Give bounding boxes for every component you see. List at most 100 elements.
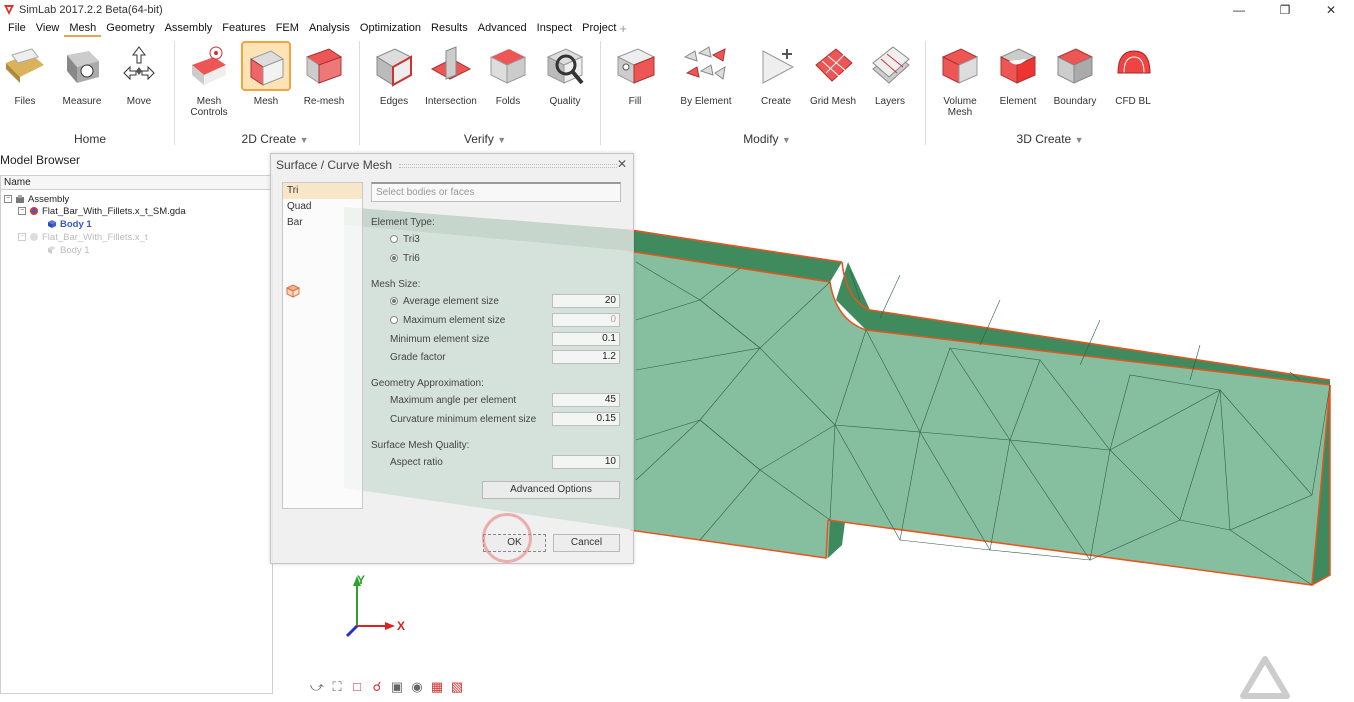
assembly-icon bbox=[16, 195, 24, 203]
folds-button[interactable]: Folds bbox=[476, 43, 540, 107]
avg-size-input[interactable]: 20 bbox=[552, 294, 620, 308]
fill-button[interactable]: Fill bbox=[603, 43, 667, 107]
menu-features[interactable]: Features bbox=[217, 19, 270, 37]
menu-analysis[interactable]: Analysis bbox=[304, 19, 355, 37]
max-angle-input[interactable]: 45 bbox=[552, 393, 620, 407]
zoom-window-icon[interactable]: □ bbox=[349, 679, 365, 695]
collapse-icon[interactable]: − bbox=[18, 207, 26, 215]
group-separator bbox=[174, 41, 175, 145]
create-button[interactable]: Create bbox=[744, 43, 808, 107]
intersection-button[interactable]: Intersection bbox=[419, 43, 483, 107]
tri3-label: Tri3 bbox=[403, 234, 420, 245]
menu-advanced[interactable]: Advanced bbox=[473, 19, 532, 37]
tri3-radio[interactable] bbox=[390, 235, 398, 243]
mesh-controls-icon bbox=[192, 46, 226, 85]
tri6-radio[interactable] bbox=[390, 254, 398, 262]
max-angle-label: Maximum angle per element bbox=[390, 395, 517, 406]
render-mode-icon[interactable]: ▧ bbox=[449, 679, 465, 695]
zoom-icon[interactable]: ☌ bbox=[369, 679, 385, 695]
column-header-name[interactable]: Name bbox=[1, 176, 272, 190]
group-separator bbox=[359, 41, 360, 145]
measure-button[interactable]: Measure bbox=[50, 43, 114, 107]
menu-file[interactable]: File bbox=[3, 19, 31, 37]
curvature-min-input[interactable]: 0.15 bbox=[552, 412, 620, 426]
quality-button[interactable]: Quality bbox=[533, 43, 597, 107]
mesh-controls-button[interactable]: Mesh Controls bbox=[177, 43, 241, 118]
menu-project[interactable]: Project bbox=[577, 19, 621, 37]
layers-button[interactable]: Layers bbox=[858, 43, 922, 107]
type-item-quad[interactable]: Quad bbox=[283, 199, 362, 215]
grid-mesh-button[interactable]: Grid Mesh bbox=[801, 43, 865, 107]
quality-icon bbox=[546, 48, 584, 85]
part-icon bbox=[30, 233, 38, 241]
tree-item-part[interactable]: − Flat_Bar_With_Fillets.x_t_SM.gda bbox=[18, 205, 186, 217]
max-size-input[interactable]: 0 bbox=[552, 313, 620, 327]
chevron-down-icon[interactable]: ▼ bbox=[300, 135, 309, 145]
files-button[interactable]: Files bbox=[0, 43, 57, 107]
menu-view[interactable]: View bbox=[31, 19, 65, 37]
tree-item-part-hidden[interactable]: − Flat_Bar_With_Fillets.x_t bbox=[18, 231, 148, 243]
menu-results[interactable]: Results bbox=[426, 19, 473, 37]
window-title: SimLab 2017.2.2 Beta(64-bit) bbox=[19, 3, 163, 16]
dialog-title[interactable]: Surface / Curve Mesh bbox=[276, 158, 392, 172]
add-tab-icon[interactable]: + bbox=[619, 21, 627, 36]
min-size-input[interactable]: 0.1 bbox=[552, 332, 620, 346]
restore-button[interactable]: ❐ bbox=[1262, 0, 1308, 19]
mesh-display-icon[interactable]: ▦ bbox=[429, 679, 445, 695]
max-size-radio[interactable] bbox=[390, 316, 398, 324]
body-icon bbox=[48, 220, 56, 228]
boundary-button[interactable]: Boundary bbox=[1043, 43, 1107, 107]
type-item-bar[interactable]: Bar bbox=[283, 215, 362, 231]
collapse-icon[interactable]: − bbox=[4, 195, 12, 203]
cancel-button[interactable]: Cancel bbox=[553, 534, 620, 552]
group-separator bbox=[925, 41, 926, 145]
chevron-down-icon[interactable]: ▼ bbox=[1075, 135, 1084, 145]
menu-fem[interactable]: FEM bbox=[271, 19, 304, 37]
max-size-label: Maximum element size bbox=[403, 315, 506, 326]
menu-optimization[interactable]: Optimization bbox=[355, 19, 426, 37]
mesh-size-heading: Mesh Size: bbox=[371, 279, 421, 290]
element-button[interactable]: Element bbox=[986, 43, 1050, 107]
menu-mesh[interactable]: Mesh bbox=[64, 19, 102, 37]
part-icon bbox=[30, 207, 38, 215]
menu-geometry[interactable]: Geometry bbox=[101, 19, 159, 37]
group-3d-create-label: 3D Create ▼ bbox=[1016, 132, 1084, 146]
tree-item-body-hidden[interactable]: Body 1 bbox=[47, 244, 90, 256]
chevron-down-icon[interactable]: ▼ bbox=[497, 135, 506, 145]
tree-item-body[interactable]: Body 1 bbox=[47, 218, 92, 230]
aspect-ratio-input[interactable]: 10 bbox=[552, 455, 620, 469]
cube-view-icon[interactable]: ▣ bbox=[389, 679, 405, 695]
triad-icon[interactable]: ⤻ bbox=[309, 679, 325, 695]
fit-view-icon[interactable]: ⛶ bbox=[329, 679, 345, 695]
title-bar: SimLab 2017.2.2 Beta(64-bit) — ❐ ✕ bbox=[0, 0, 1354, 19]
select-bodies-input[interactable]: Select bodies or faces bbox=[371, 182, 621, 202]
move-button[interactable]: Move bbox=[107, 43, 171, 107]
cfd-bl-button[interactable]: CFD BL bbox=[1101, 43, 1165, 107]
element-icon bbox=[999, 48, 1037, 84]
visibility-eye-icon[interactable]: ◉ bbox=[409, 679, 425, 695]
type-item-tri[interactable]: Tri bbox=[283, 183, 362, 199]
close-window-button[interactable]: ✕ bbox=[1308, 0, 1354, 19]
minimize-button[interactable]: — bbox=[1216, 0, 1262, 19]
menu-inspect[interactable]: Inspect bbox=[532, 19, 577, 37]
advanced-options-button[interactable]: Advanced Options bbox=[482, 481, 620, 499]
by-element-button[interactable]: By Element bbox=[674, 43, 738, 107]
remesh-button[interactable]: Re-mesh bbox=[292, 43, 356, 107]
chevron-down-icon[interactable]: ▼ bbox=[782, 135, 791, 145]
click-indicator bbox=[482, 513, 532, 563]
simlab-logo-icon bbox=[4, 4, 14, 15]
create-icon bbox=[762, 49, 795, 84]
close-icon[interactable]: ✕ bbox=[617, 157, 627, 171]
drag-handle[interactable] bbox=[399, 164, 617, 168]
tri6-label: Tri6 bbox=[403, 253, 420, 264]
avg-size-radio[interactable] bbox=[390, 297, 398, 305]
grade-factor-input[interactable]: 1.2 bbox=[552, 350, 620, 364]
remesh-icon bbox=[305, 48, 343, 84]
mesh-button[interactable]: Mesh bbox=[234, 41, 298, 107]
mesh-icon bbox=[241, 41, 291, 91]
volume-mesh-button[interactable]: Volume Mesh bbox=[928, 43, 992, 118]
collapse-icon[interactable]: − bbox=[18, 233, 26, 241]
tree-item-assembly[interactable]: − Assembly bbox=[4, 193, 69, 205]
edges-button[interactable]: Edges bbox=[362, 43, 426, 107]
menu-assembly[interactable]: Assembly bbox=[160, 19, 218, 37]
